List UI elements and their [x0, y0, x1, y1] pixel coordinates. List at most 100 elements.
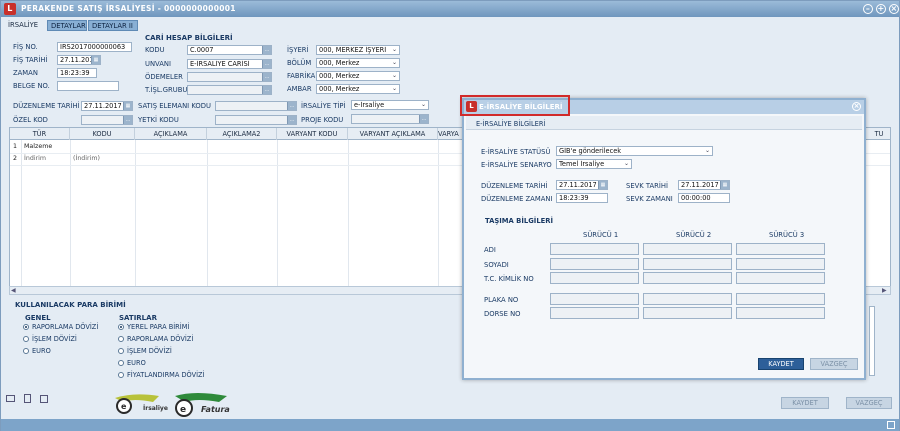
ambar-select[interactable]: 000, Merkez ⌄ [316, 84, 400, 94]
calendar-icon[interactable]: ▦ [123, 102, 132, 110]
odemeler-input[interactable]: … [187, 72, 272, 82]
row-tur[interactable]: İndirim [22, 154, 46, 164]
irsaliye-tipi-select[interactable]: e-İrsaliye ⌄ [351, 100, 429, 110]
satis-elemani-input[interactable]: … [215, 101, 297, 111]
genel-group-title: GENEL [25, 314, 51, 322]
bolum-label: BÖLÜM [287, 59, 312, 67]
dorse2-input[interactable] [643, 307, 732, 319]
proje-kodu-input[interactable]: … [351, 114, 429, 124]
surucu2-adi-input[interactable] [643, 243, 732, 255]
calendar-icon[interactable]: ▦ [91, 56, 100, 64]
dorse-label: DORSE NO [484, 310, 521, 318]
dialog-close-icon[interactable]: × [852, 102, 861, 111]
document-icon[interactable] [24, 394, 31, 403]
yetki-kodu-input[interactable]: … [215, 115, 297, 125]
tab-detaylar-ii[interactable]: DETAYLAR II [88, 20, 138, 31]
senaryo-select[interactable]: Temel İrsaliye ⌄ [556, 159, 632, 169]
col-tu[interactable]: TU [868, 128, 890, 140]
tab-detaylar[interactable]: DETAYLAR [47, 20, 87, 31]
col-tur[interactable]: TÜR [10, 128, 70, 140]
lookup-icon[interactable]: … [419, 115, 428, 123]
close-icon[interactable]: × [889, 4, 899, 14]
dialog-dzaman-input[interactable]: 18:23:39 [556, 193, 608, 203]
surucu3-adi-input[interactable] [736, 243, 825, 255]
radio-fiyatlandirma[interactable] [118, 372, 124, 378]
lookup-icon[interactable]: … [262, 46, 271, 54]
radio-yerel-para[interactable] [118, 324, 124, 330]
calendar-icon[interactable]: ▦ [720, 181, 729, 189]
lookup-icon[interactable]: … [123, 116, 132, 124]
book-icon[interactable] [6, 395, 15, 402]
col-aciklama[interactable]: AÇIKLAMA [135, 128, 207, 140]
statu-select[interactable]: GİB'e gönderilecek ⌄ [556, 146, 713, 156]
vazgec-button[interactable]: VAZGEÇ [846, 397, 892, 409]
radio-euro-satir[interactable] [118, 360, 124, 366]
unvani-input[interactable]: E-İRSALİYE CARİSİ… [187, 59, 272, 69]
surucu-3-header: SÜRÜCÜ 3 [769, 231, 805, 239]
lookup-icon[interactable]: … [287, 116, 296, 124]
lookup-icon[interactable]: … [262, 60, 271, 68]
radio-raporlama-dovizi[interactable] [23, 324, 29, 330]
fis-tarihi-input[interactable]: 27.11.2017 ▦ [57, 55, 101, 65]
col-varyant-kodu[interactable]: VARYANT KODU [277, 128, 348, 140]
maximize-icon[interactable]: + [876, 4, 886, 14]
bolum-select[interactable]: 000, Merkez ⌄ [316, 58, 400, 68]
surucu1-adi-input[interactable] [550, 243, 639, 255]
sevk-zamani-input[interactable]: 00:00:00 [678, 193, 730, 203]
fabrika-select[interactable]: 000, Merkez ⌄ [316, 71, 400, 81]
list-icon[interactable] [40, 395, 48, 403]
sevk-tarihi-label: SEVK TARİHİ [626, 182, 668, 190]
zaman-input[interactable]: 18:23:39 [57, 68, 97, 78]
calendar-icon[interactable]: ▦ [598, 181, 607, 189]
adi-label: ADI [484, 246, 496, 254]
surucu2-soyadi-input[interactable] [643, 258, 732, 270]
surucu1-tckn-input[interactable] [550, 272, 639, 284]
surucu3-tckn-input[interactable] [736, 272, 825, 284]
kaydet-button[interactable]: KAYDET [781, 397, 829, 409]
radio-islem-dovizi[interactable] [23, 336, 29, 342]
scroll-left-icon[interactable]: ◀ [11, 287, 16, 294]
col-kodu[interactable]: KODU [70, 128, 135, 140]
radio-raporlama[interactable] [118, 336, 124, 342]
row-kodu[interactable]: (İndirim) [71, 154, 100, 164]
dialog-tab-label[interactable]: E-İRSALİYE BİLGİLERİ [476, 120, 545, 128]
dialog-vazgec-button[interactable]: VAZGEÇ [810, 358, 858, 370]
resize-grip-icon[interactable] [887, 421, 895, 429]
col-varyant-more[interactable]: VARYA [438, 128, 464, 140]
radio-euro[interactable] [23, 348, 29, 354]
scroll-right-icon[interactable]: ▶ [882, 287, 887, 294]
plaka3-input[interactable] [736, 293, 825, 305]
dialog-dtarih-input[interactable]: 27.11.2017 ▦ [556, 180, 608, 190]
lookup-icon[interactable]: … [262, 73, 271, 81]
duzenleme-tarihi-input[interactable]: 27.11.2017 ▦ [81, 101, 133, 111]
dialog-kaydet-button[interactable]: KAYDET [758, 358, 804, 370]
cari-kodu-input[interactable]: C.0007… [187, 45, 272, 55]
dorse3-input[interactable] [736, 307, 825, 319]
statu-label: E-İRSALİYE STATÜSÜ [481, 148, 551, 156]
belge-no-input[interactable] [57, 81, 119, 91]
minimize-icon[interactable]: – [863, 4, 873, 14]
plaka2-input[interactable] [643, 293, 732, 305]
fis-no-input[interactable]: IRS2017000000063 [57, 42, 132, 52]
radio-label: RAPORLAMA DÖVİZİ [32, 323, 99, 331]
radio-islem[interactable] [118, 348, 124, 354]
col-varyant-aciklama[interactable]: VARYANT AÇIKLAMA [348, 128, 438, 140]
tab-irsaliye[interactable]: İRSALİYE [5, 20, 45, 31]
plaka1-input[interactable] [550, 293, 639, 305]
lookup-icon[interactable]: … [287, 102, 296, 110]
col-aciklama2[interactable]: AÇIKLAMA2 [207, 128, 277, 140]
surucu2-tckn-input[interactable] [643, 272, 732, 284]
dialog-tab-strip: E-İRSALİYE BİLGİLERİ [466, 116, 862, 130]
ozel-kod-input[interactable]: … [81, 115, 133, 125]
row-tur[interactable]: Malzeme [22, 142, 52, 152]
sevk-tarihi-input[interactable]: 27.11.2017 ▦ [678, 180, 730, 190]
lookup-icon[interactable]: … [262, 86, 271, 94]
surucu1-soyadi-input[interactable] [550, 258, 639, 270]
surucu3-soyadi-input[interactable] [736, 258, 825, 270]
unvani-label: UNVANI [145, 60, 172, 68]
dorse1-input[interactable] [550, 307, 639, 319]
ozel-kod-label: ÖZEL KOD [13, 116, 48, 124]
cari-section-title: CARİ HESAP BİLGİLERİ [145, 34, 233, 42]
isyeri-select[interactable]: 000, MERKEZ İŞYERİ ⌄ [316, 45, 400, 55]
tisl-grubu-input[interactable]: … [187, 85, 272, 95]
